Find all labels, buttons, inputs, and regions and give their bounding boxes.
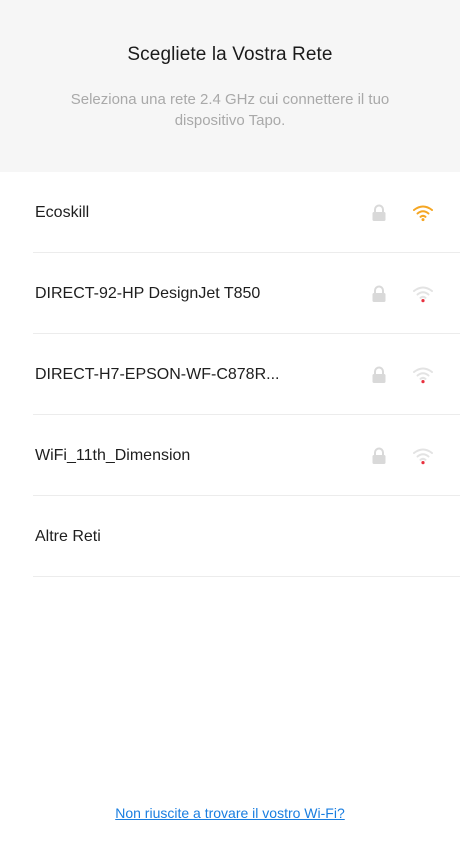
network-name: DIRECT-92-HP DesignJet T850 [35, 284, 261, 302]
network-list: Ecoskill DIRECT-92-HP DesignJet T850 DIR… [0, 172, 460, 577]
wifi-signal-icon [413, 286, 433, 302]
network-row-wifi-11th-dimension[interactable]: WiFi_11th_Dimension [0, 415, 460, 496]
network-row-hp-designjet[interactable]: DIRECT-92-HP DesignJet T850 [0, 253, 460, 334]
network-name: DIRECT-H7-EPSON-WF-C878R... [35, 365, 280, 383]
lock-icon [372, 447, 386, 464]
wifi-signal-icon [413, 448, 433, 464]
lock-icon [372, 366, 386, 383]
network-row-ecoskill[interactable]: Ecoskill [0, 172, 460, 253]
lock-icon [372, 285, 386, 302]
page-header: Scegliete la Vostra Rete Seleziona una r… [0, 0, 460, 170]
wifi-signal-icon [413, 367, 433, 383]
other-networks-row[interactable]: Altre Reti [0, 496, 460, 577]
page-subtitle: Seleziona una rete 2.4 GHz cui connetter… [70, 91, 390, 129]
network-row-epson[interactable]: DIRECT-H7-EPSON-WF-C878R... [0, 334, 460, 415]
wifi-signal-icon [413, 205, 433, 221]
cant-find-wifi-link[interactable]: Non riuscite a trovare il vostro Wi-Fi? [0, 805, 460, 821]
lock-icon [372, 204, 386, 221]
other-networks-label: Altre Reti [35, 527, 101, 545]
network-name: Ecoskill [35, 203, 90, 221]
page-title: Scegliete la Vostra Rete [127, 44, 333, 65]
network-name: WiFi_11th_Dimension [35, 446, 191, 464]
